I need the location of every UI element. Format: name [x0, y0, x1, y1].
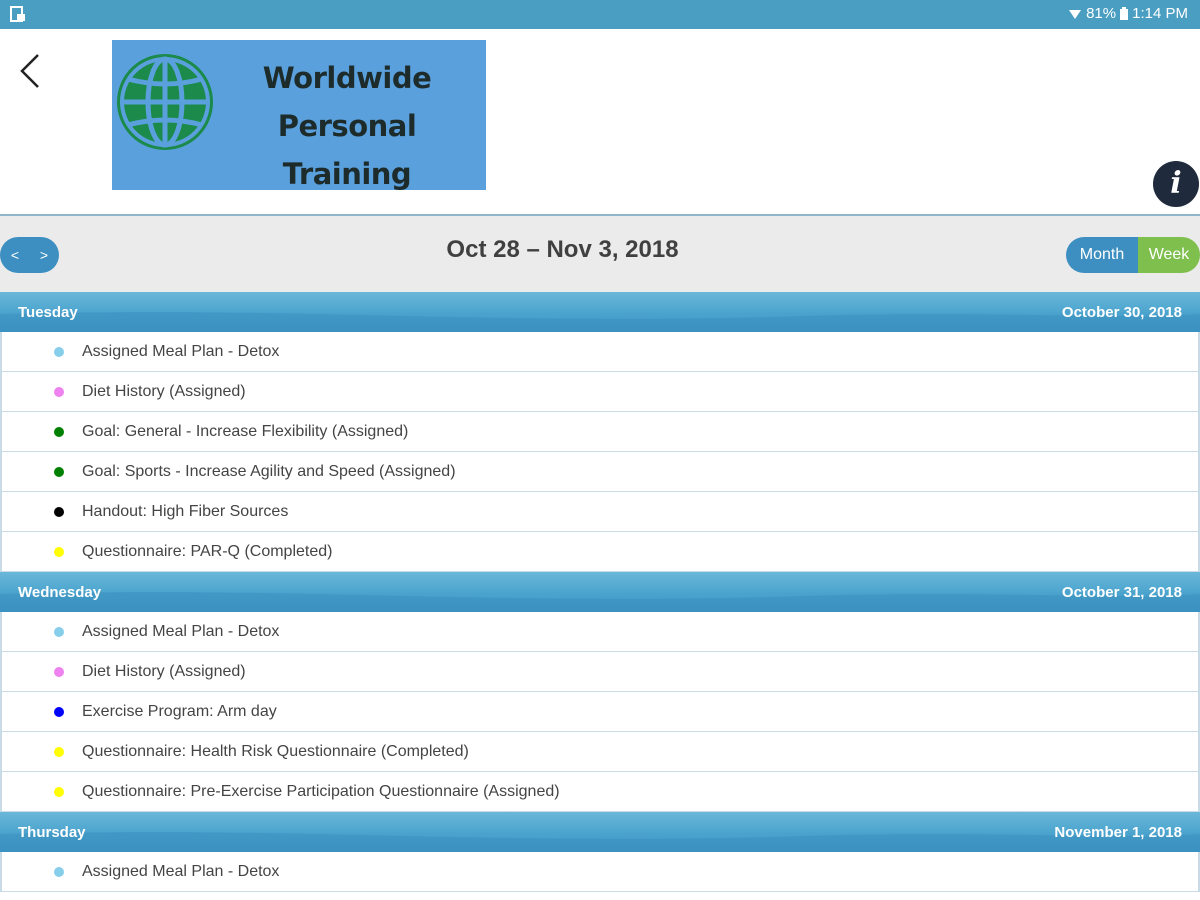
logo-line-2: Personal Training — [277, 109, 417, 191]
view-toggle: Month Week — [1066, 237, 1200, 273]
agenda-item-label: Handout: High Fiber Sources — [82, 503, 289, 520]
agenda-item-label: Diet History (Assigned) — [82, 663, 246, 680]
agenda-item-label: Assigned Meal Plan - Detox — [82, 343, 280, 360]
agenda-item[interactable]: Exercise Program: Arm day — [0, 692, 1200, 732]
agenda-item-label: Assigned Meal Plan - Detox — [82, 863, 280, 880]
globe-icon — [117, 54, 213, 150]
agenda-item[interactable]: Assigned Meal Plan - Detox — [0, 852, 1200, 892]
category-dot-icon — [54, 627, 64, 637]
clock: 1:14 PM — [1132, 5, 1188, 22]
day-date: November 1, 2018 — [1054, 824, 1182, 841]
category-dot-icon — [54, 747, 64, 757]
category-dot-icon — [54, 427, 64, 437]
logo-text: Worldwide Personal Training — [222, 54, 472, 198]
calendar-toolbar: < > Oct 28 – Nov 3, 2018 Month Week — [0, 216, 1200, 292]
day-header: Wednesday October 31, 2018 — [0, 572, 1200, 612]
agenda-item[interactable]: Goal: General - Increase Flexibility (As… — [0, 412, 1200, 452]
agenda-item[interactable]: Goal: Sports - Increase Agility and Spee… — [0, 452, 1200, 492]
wifi-icon — [1069, 9, 1082, 19]
brand-logo: Worldwide Personal Training — [112, 40, 486, 191]
month-view-button[interactable]: Month — [1066, 237, 1138, 273]
day-name: Tuesday — [18, 304, 78, 321]
category-dot-icon — [54, 867, 64, 877]
logo-line-1: Worldwide — [262, 61, 432, 95]
status-bar: 81% 1:14 PM — [0, 0, 1200, 29]
app-header: Worldwide Personal Training i — [0, 29, 1200, 216]
day-date: October 30, 2018 — [1061, 304, 1182, 321]
status-right: 81% 1:14 PM — [1068, 5, 1188, 22]
day-header: Tuesday October 30, 2018 — [0, 292, 1200, 332]
category-dot-icon — [54, 347, 64, 357]
category-dot-icon — [54, 467, 64, 477]
agenda-item-label: Assigned Meal Plan - Detox — [82, 623, 280, 640]
header-wave-decoration — [0, 312, 1200, 332]
agenda-item-label: Questionnaire: PAR-Q (Completed) — [82, 543, 333, 560]
day-date: October 31, 2018 — [1061, 584, 1182, 601]
agenda-item[interactable]: Questionnaire: Health Risk Questionnaire… — [0, 732, 1200, 772]
agenda-item-label: Questionnaire: Health Risk Questionnaire… — [82, 743, 469, 760]
agenda-item-label: Goal: General - Increase Flexibility (As… — [82, 423, 409, 440]
day-name: Wednesday — [18, 584, 102, 601]
agenda-item-label: Diet History (Assigned) — [82, 383, 246, 400]
agenda-item-label: Exercise Program: Arm day — [82, 703, 277, 720]
category-dot-icon — [54, 707, 64, 717]
category-dot-icon — [54, 387, 64, 397]
category-dot-icon — [54, 787, 64, 797]
day-name: Thursday — [18, 824, 86, 841]
battery-icon — [1120, 7, 1129, 20]
agenda-item[interactable]: Assigned Meal Plan - Detox — [0, 332, 1200, 372]
agenda-list: Tuesday October 30, 2018 Assigned Meal Pla… — [0, 292, 1200, 892]
gallery-notification-icon — [10, 6, 25, 22]
agenda-item[interactable]: Questionnaire: PAR-Q (Completed) — [0, 532, 1200, 572]
category-dot-icon — [54, 667, 64, 677]
agenda-item[interactable]: Diet History (Assigned) — [0, 652, 1200, 692]
category-dot-icon — [54, 547, 64, 557]
day-header: Thursday November 1, 2018 — [0, 812, 1200, 852]
week-view-button[interactable]: Week — [1138, 237, 1200, 273]
agenda-item[interactable]: Diet History (Assigned) — [0, 372, 1200, 412]
category-dot-icon — [54, 507, 64, 517]
agenda-item-label: Questionnaire: Pre-Exercise Participatio… — [82, 783, 560, 800]
info-button[interactable]: i — [1153, 161, 1199, 207]
battery-percent: 81% — [1086, 5, 1117, 22]
date-range-title: Oct 28 – Nov 3, 2018 — [446, 236, 679, 263]
agenda-item[interactable]: Handout: High Fiber Sources — [0, 492, 1200, 532]
agenda-item-label: Goal: Sports - Increase Agility and Spee… — [82, 463, 456, 480]
header-wave-decoration — [0, 832, 1200, 852]
agenda-item[interactable]: Assigned Meal Plan - Detox — [0, 612, 1200, 652]
back-arrow-icon[interactable] — [14, 49, 50, 93]
agenda-item[interactable]: Questionnaire: Pre-Exercise Participatio… — [0, 772, 1200, 812]
header-wave-decoration — [0, 592, 1200, 612]
